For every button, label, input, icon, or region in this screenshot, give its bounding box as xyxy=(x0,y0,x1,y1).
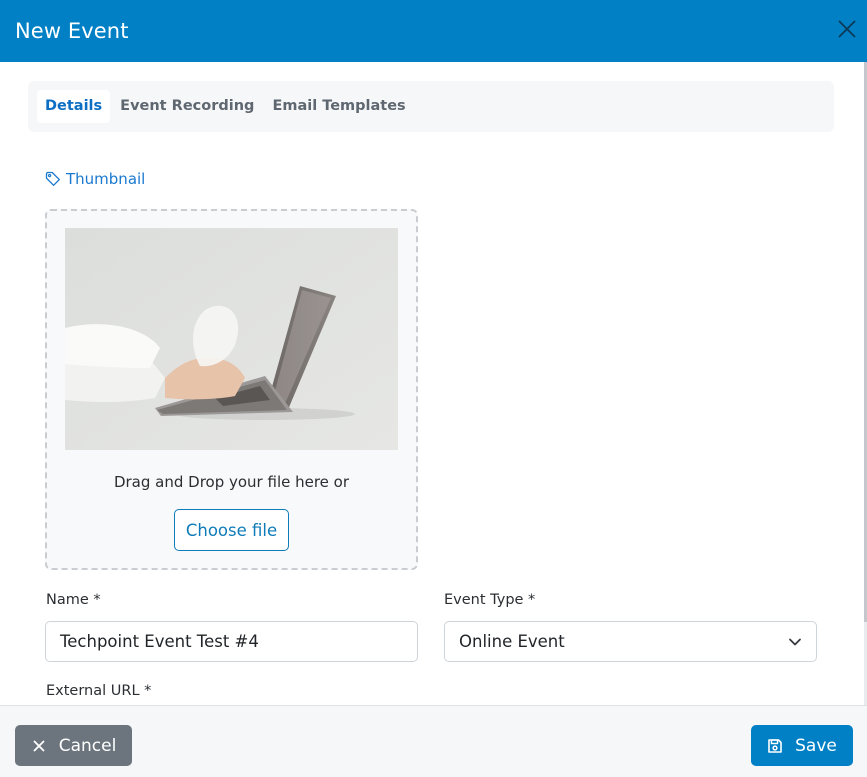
event-type-value: Online Event xyxy=(459,632,565,651)
close-icon xyxy=(33,739,45,752)
chevron-down-icon xyxy=(789,638,801,645)
thumbnail-label: Thumbnail xyxy=(45,170,145,188)
save-button[interactable]: Save xyxy=(751,725,853,766)
drop-instructions: Drag and Drop your file here or xyxy=(113,473,350,491)
event-type-label: Event Type * xyxy=(444,592,536,608)
save-icon xyxy=(768,738,782,753)
choose-file-button[interactable]: Choose file xyxy=(174,509,289,551)
cancel-button[interactable]: Cancel xyxy=(15,725,132,766)
event-type-select[interactable]: Online Event xyxy=(444,621,817,662)
tag-icon xyxy=(45,171,60,186)
thumbnail-label-text: Thumbnail xyxy=(66,170,146,188)
modal-footer: Cancel Save xyxy=(0,705,867,777)
tab-event-recording[interactable]: Event Recording xyxy=(112,90,262,123)
name-input[interactable]: Techpoint Event Test #4 xyxy=(45,621,418,662)
name-label: Name * xyxy=(46,592,101,608)
close-icon[interactable] xyxy=(837,19,857,39)
external-url-label: External URL * xyxy=(46,683,152,699)
cancel-button-label: Cancel xyxy=(58,735,117,756)
tab-bar: Details Event Recording Email Templates xyxy=(28,81,834,132)
modal-header: New Event xyxy=(0,0,867,62)
thumbnail-preview-image xyxy=(65,228,398,450)
tab-details[interactable]: Details xyxy=(37,90,111,123)
save-button-label: Save xyxy=(795,735,837,756)
name-input-value: Techpoint Event Test #4 xyxy=(60,632,259,651)
tab-email-templates[interactable]: Email Templates xyxy=(264,90,413,123)
thumbnail-dropzone[interactable]: Drag and Drop your file here or Choose f… xyxy=(45,209,418,570)
modal-title: New Event xyxy=(15,19,129,43)
